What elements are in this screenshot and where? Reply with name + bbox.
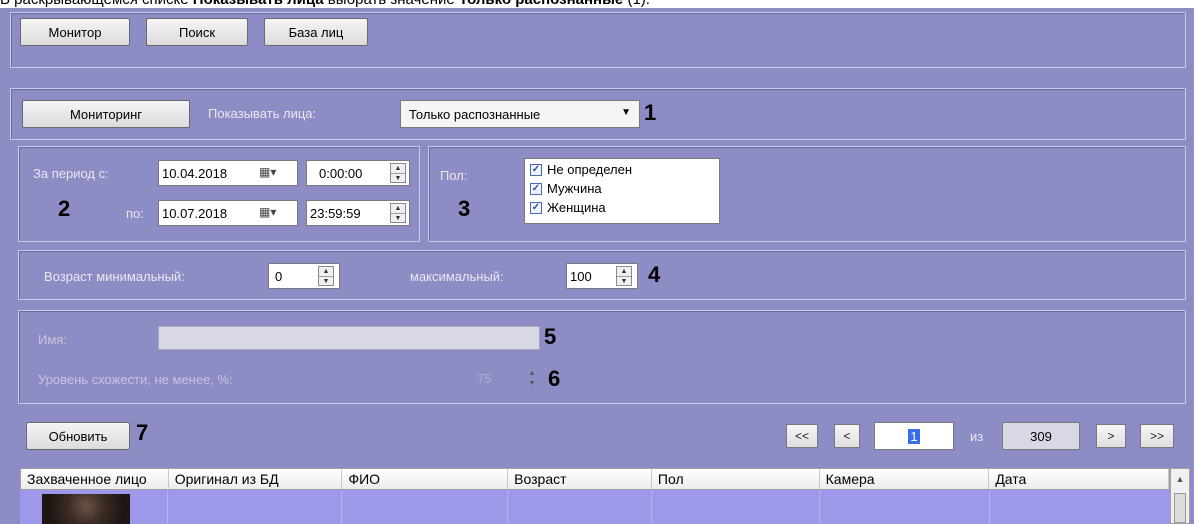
name-label: Имя: <box>38 332 67 347</box>
age-max-spinner[interactable]: ▲ ▼ <box>616 266 632 286</box>
prev-page-button[interactable]: < <box>834 424 860 448</box>
search-button[interactable]: Поиск <box>146 18 248 46</box>
from-time-spinner[interactable]: ▲ ▼ <box>390 163 406 183</box>
similarity-spinner[interactable]: ▲ ▼ <box>524 369 540 389</box>
spin-down-icon[interactable]: ▼ <box>391 173 405 183</box>
gender-option-undefined[interactable]: ✓ Не определен <box>530 162 632 177</box>
cell-db-original <box>168 490 342 524</box>
show-faces-value: Только распознанные <box>409 106 541 122</box>
spin-up-icon[interactable]: ▲ <box>391 164 405 173</box>
age-min-label: Возраст минимальный: <box>44 269 185 284</box>
from-date-field[interactable]: 10.04.2018 ▦▾ <box>158 160 298 186</box>
monitoring-button[interactable]: Мониторинг <box>22 100 190 128</box>
column-camera[interactable]: Камера <box>820 469 990 489</box>
spin-down-icon[interactable]: ▼ <box>319 276 333 286</box>
spin-up-icon[interactable]: ▲ <box>319 267 333 276</box>
marker-1: 1 <box>644 100 657 125</box>
checkbox-checked-icon[interactable]: ✓ <box>530 163 542 176</box>
calendar-icon[interactable]: ▦▾ <box>259 205 276 219</box>
face-search-window: Монитор Поиск База лиц Мониторинг Показы… <box>0 8 1194 524</box>
to-date-field[interactable]: 10.07.2018 ▦▾ <box>158 200 298 226</box>
chevron-down-icon: ▼ <box>621 107 631 118</box>
to-time-spinner[interactable]: ▲ ▼ <box>390 203 406 223</box>
checkbox-checked-icon[interactable]: ✓ <box>530 201 542 214</box>
results-vertical-scrollbar[interactable]: ▲ <box>1170 468 1190 524</box>
column-gender[interactable]: Пол <box>652 469 820 489</box>
show-faces-label: Показывать лица: <box>208 106 317 121</box>
refresh-button[interactable]: Обновить <box>26 422 130 450</box>
page-of-label: из <box>970 429 984 444</box>
age-max-label: максимальный: <box>410 269 504 284</box>
gender-option-male[interactable]: ✓ Мужчина <box>530 181 602 196</box>
calendar-icon[interactable]: ▦▾ <box>259 165 276 179</box>
gender-option-female[interactable]: ✓ Женщина <box>530 200 606 215</box>
marker-4: 4 <box>648 262 661 287</box>
show-faces-select[interactable]: Только распознанные ▼ <box>400 100 640 128</box>
checkbox-checked-icon[interactable]: ✓ <box>530 182 542 195</box>
page-input[interactable]: 1 <box>874 422 954 450</box>
monitor-button[interactable]: Монитор <box>20 18 130 46</box>
results-grid-header: Захваченное лицо Оригинал из БД ФИО Возр… <box>20 468 1170 490</box>
similarity-label: Уровень схожести, не менее, %: <box>38 372 233 387</box>
period-to-label: по: <box>126 206 144 221</box>
period-from-label: За период с: <box>33 166 109 181</box>
cell-fullname <box>342 490 508 524</box>
spin-up-icon[interactable]: ▲ <box>524 369 540 379</box>
column-captured-face[interactable]: Захваченное лицо <box>21 469 169 489</box>
next-page-button[interactable]: > <box>1096 424 1126 448</box>
first-page-button[interactable]: << <box>786 424 818 448</box>
cell-camera <box>820 490 990 524</box>
scrollbar-thumb[interactable] <box>1174 493 1186 523</box>
cell-age <box>508 490 652 524</box>
spin-down-icon[interactable]: ▼ <box>391 213 405 223</box>
marker-2: 2 <box>58 196 71 221</box>
spin-down-icon[interactable]: ▼ <box>617 276 631 286</box>
marker-3: 3 <box>458 196 471 221</box>
page-total: 309 <box>1002 422 1080 450</box>
spin-up-icon[interactable]: ▲ <box>617 267 631 276</box>
cell-date <box>990 490 1170 524</box>
captured-face-thumbnail[interactable] <box>42 494 130 524</box>
similarity-field[interactable]: 75 <box>474 366 520 390</box>
name-panel <box>18 310 1186 404</box>
age-min-spinner[interactable]: ▲ ▼ <box>318 266 334 286</box>
cell-gender <box>652 490 820 524</box>
gender-label: Пол: <box>440 168 468 183</box>
marker-5: 5 <box>544 324 557 349</box>
name-field[interactable] <box>158 326 540 350</box>
last-page-button[interactable]: >> <box>1140 424 1174 448</box>
column-db-original[interactable]: Оригинал из БД <box>169 469 343 489</box>
spin-up-icon[interactable]: ▲ <box>391 204 405 213</box>
table-row[interactable] <box>20 490 1170 524</box>
scroll-up-icon[interactable]: ▲ <box>1171 469 1189 489</box>
facebase-button[interactable]: База лиц <box>264 18 368 46</box>
column-fullname[interactable]: ФИО <box>342 469 509 489</box>
spin-down-icon[interactable]: ▼ <box>524 379 540 389</box>
marker-7: 7 <box>136 420 149 445</box>
marker-6: 6 <box>548 366 561 391</box>
column-date[interactable]: Дата <box>989 469 1170 489</box>
column-age[interactable]: Возраст <box>508 469 652 489</box>
